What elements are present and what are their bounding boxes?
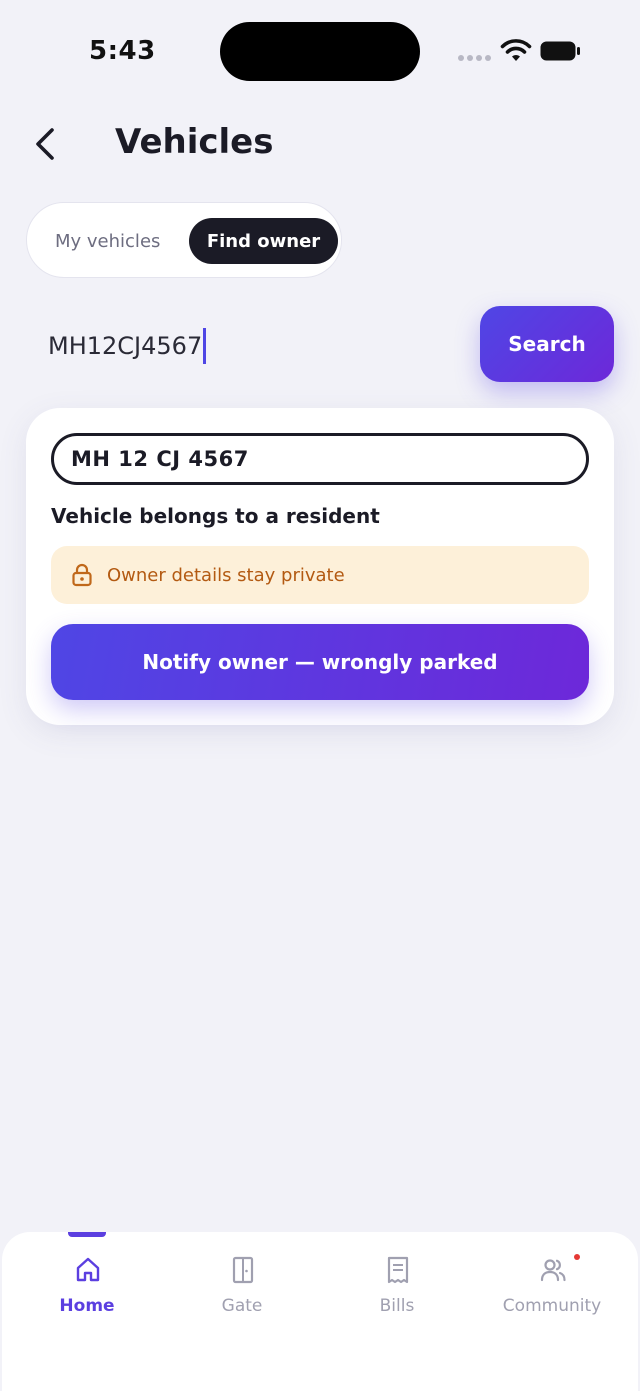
active-tab-indicator <box>68 1232 106 1237</box>
status-time: 5:43 <box>89 36 156 66</box>
page-title: Vehicles <box>115 122 274 162</box>
search-button[interactable]: Search <box>480 306 614 382</box>
tab-my-vehicles[interactable]: My vehicles <box>55 231 160 252</box>
notify-owner-button[interactable]: Notify owner — wrongly parked <box>51 624 589 700</box>
back-arrow-icon[interactable] <box>30 124 64 164</box>
lock-icon <box>72 563 92 587</box>
privacy-notice: Owner details stay private <box>51 546 589 604</box>
nav-label-gate: Gate <box>221 1296 263 1316</box>
receipt-icon <box>387 1256 409 1284</box>
signal-icon <box>458 55 492 61</box>
ownership-status: Vehicle belongs to a resident <box>51 504 380 528</box>
nav-label-bills: Bills <box>379 1296 415 1316</box>
search-input-value: MH12CJ4567 <box>48 332 203 360</box>
notification-badge <box>574 1254 580 1260</box>
tab-find-owner[interactable]: Find owner <box>189 218 338 264</box>
battery-icon <box>540 41 580 61</box>
bottom-nav: Home Gate Bills Community <box>2 1232 638 1391</box>
vehicle-tabs: My vehicles Find owner <box>26 202 342 278</box>
nav-item-community[interactable]: Community <box>492 1256 612 1320</box>
nav-item-home[interactable]: Home <box>27 1256 147 1320</box>
license-plate: MH 12 CJ 4567 <box>51 433 589 485</box>
result-card: MH 12 CJ 4567 Vehicle belongs to a resid… <box>26 408 614 725</box>
plate-search-input[interactable]: MH12CJ4567 <box>48 326 458 366</box>
nav-item-bills[interactable]: Bills <box>337 1256 457 1320</box>
nav-label-community: Community <box>502 1296 602 1316</box>
nav-item-gate[interactable]: Gate <box>182 1256 302 1320</box>
nav-label-home: Home <box>59 1296 115 1316</box>
text-caret <box>203 328 207 364</box>
wifi-icon <box>500 39 532 61</box>
dynamic-island <box>220 22 420 81</box>
home-icon <box>76 1257 100 1282</box>
people-icon <box>540 1259 566 1282</box>
privacy-text: Owner details stay private <box>107 564 345 586</box>
door-icon <box>232 1256 254 1284</box>
